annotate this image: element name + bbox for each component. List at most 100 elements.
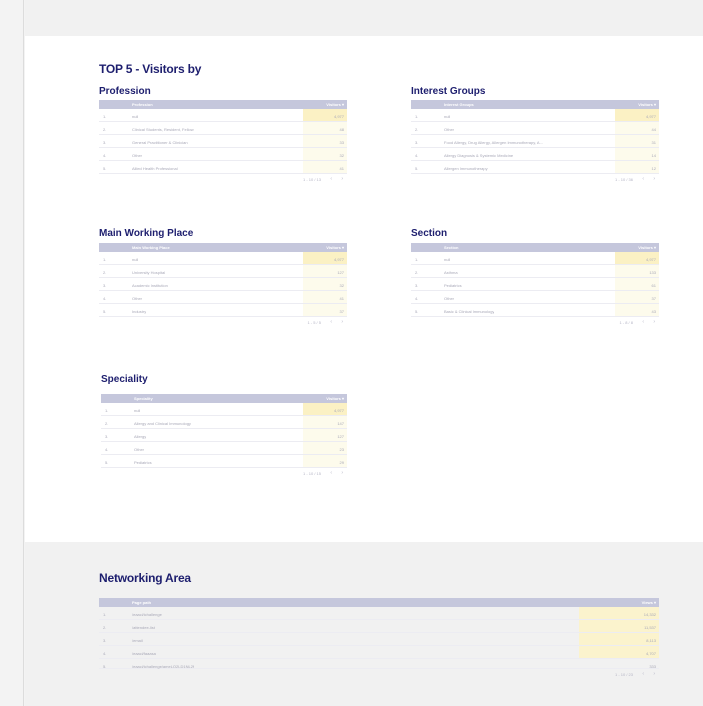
table-row: 5. Basic & Clinical Immunology 43 (411, 304, 659, 317)
pagination: 1 - 10 / 36 ‹ › (411, 174, 659, 184)
top-toolbar-strip (25, 0, 703, 36)
table-row: 4. /eaaci/faaasa 4,707 (99, 646, 659, 659)
next-page-icon[interactable]: › (341, 470, 343, 476)
row-value: 12 (651, 166, 656, 171)
row-label: Pediatrics (134, 460, 152, 465)
row-value: 61 (651, 283, 656, 288)
row-rank: 3. (103, 140, 107, 145)
row-rank: 2. (103, 270, 107, 275)
table-row: 2. Clinical Students, Resident, Fellow 48 (99, 122, 347, 135)
row-value: 4,977 (333, 257, 344, 262)
row-value: 32 (339, 283, 344, 288)
next-page-icon[interactable]: › (341, 319, 343, 325)
row-label: /attendee-list (132, 625, 155, 630)
row-rank: 1. (103, 114, 107, 119)
row-rank: 5. (103, 166, 107, 171)
row-rank: 2. (105, 421, 109, 426)
prev-page-icon[interactable]: ‹ (330, 176, 332, 182)
row-label: Other (132, 296, 143, 301)
main-working-place-table: Main Working Place Visitors ▾ 1. null 4,97… (99, 243, 347, 327)
table-row: 5. Allied Health Professional 41 (99, 161, 347, 174)
row-rank: 4. (105, 447, 109, 452)
row-label: Allergy (134, 434, 147, 439)
prev-page-icon[interactable]: ‹ (642, 671, 644, 677)
row-value: 33 (339, 140, 344, 145)
next-page-icon[interactable]: › (341, 176, 343, 182)
row-value: 4,707 (645, 651, 656, 656)
table-row: 1. null 4,977 (99, 252, 347, 265)
section-table: Section Visitors ▾ 1. null 4,977 2. Asthma 1… (411, 243, 659, 327)
row-rank: 1. (105, 408, 109, 413)
table-row: 4. Other 32 (99, 148, 347, 161)
main-working-place-heading: Main Working Place (99, 228, 194, 239)
next-page-icon[interactable]: › (653, 176, 655, 182)
table-row: 1. null 4,977 (411, 252, 659, 265)
table-row: 5./eaaci/ichallenge/ameLO2LD1NL2f 333 (99, 659, 659, 669)
next-page-icon[interactable]: › (653, 319, 655, 325)
row-label: General Practitioner & Clinician (132, 140, 188, 145)
metric-sort-header[interactable]: Visitors ▾ (326, 396, 344, 401)
table-row: 1. null 4,977 (101, 403, 347, 416)
row-label: Allied Health Professional (132, 166, 178, 171)
row-label: Asthma (444, 270, 458, 275)
dimension-header[interactable]: Page path (132, 600, 151, 605)
row-label: null (132, 257, 139, 262)
row-value: 44 (651, 127, 656, 132)
profession-table: Profession Visitors ▾ 1. null 4,977 2. Clin… (99, 100, 347, 184)
row-label: /email (132, 638, 143, 643)
metric-sort-header[interactable]: Visitors ▾ (638, 245, 656, 250)
left-rail (0, 0, 24, 706)
row-rank: 4. (103, 651, 107, 656)
row-rank: 5. (105, 460, 109, 465)
prev-page-icon[interactable]: ‹ (330, 319, 332, 325)
table-row: 5. Allergen Immunotherapy 12 (411, 161, 659, 174)
table-row: 2. Other 44 (411, 122, 659, 135)
pagination-range: 1 - 10 / 15 (302, 471, 321, 476)
row-value: 4,977 (333, 408, 344, 413)
table-row: 4. Other 37 (411, 291, 659, 304)
pagination: 1 - 10 / 23 ‹ › (99, 669, 659, 679)
row-label: Other (444, 127, 455, 132)
metric-sort-header[interactable]: Visitors ▾ (638, 102, 656, 107)
metric-sort-header[interactable]: Visitors ▾ (326, 245, 344, 250)
table-row: 2. /attendee-list 11,537 (99, 620, 659, 633)
prev-page-icon[interactable]: ‹ (330, 470, 332, 476)
dimension-header[interactable]: Section (444, 245, 458, 250)
dimension-header[interactable]: Profession (132, 102, 153, 107)
row-rank: 2. (103, 127, 107, 132)
table-row: 3. General Practitioner & Clinician 33 (99, 135, 347, 148)
interest-groups-table: Interest Groups Visitors ▾ 1. null 4,977 2… (411, 100, 659, 184)
metric-sort-header[interactable]: Visitors ▾ (326, 102, 344, 107)
row-rank: 5. (103, 309, 107, 314)
row-value: 133 (649, 270, 656, 275)
row-value: 127 (337, 434, 344, 439)
row-label: Allergy Diagnosis & Systemic Medicine (444, 153, 514, 158)
table-header: Speciality Visitors ▾ (101, 394, 347, 403)
prev-page-icon[interactable]: ‹ (642, 176, 644, 182)
metric-sort-header[interactable]: Views ▾ (642, 600, 656, 605)
row-rank: 1. (415, 257, 419, 262)
next-page-icon[interactable]: › (653, 671, 655, 677)
prev-page-icon[interactable]: ‹ (642, 319, 644, 325)
pagination: 1 - 10 / 13 ‹ › (99, 174, 347, 184)
row-label: University Hospital (132, 270, 166, 275)
row-label: Other (134, 447, 145, 452)
networking-area-heading: Networking Area (99, 571, 191, 585)
row-value: 14,332 (643, 612, 656, 617)
row-rank: 3. (103, 283, 107, 288)
row-value: 4,977 (645, 257, 656, 262)
row-label: Food Allergy, Drug Allergy, Allergen Imm… (444, 140, 543, 145)
row-label: null (132, 114, 139, 119)
table-row: 3. Academic Institution 32 (99, 278, 347, 291)
row-value: 127 (337, 270, 344, 275)
pagination-range: 1 - 10 / 23 (614, 672, 633, 677)
page-title: TOP 5 - Visitors by (99, 62, 202, 76)
table-row: 3. Pediatrics 61 (411, 278, 659, 291)
row-rank: 4. (415, 153, 419, 158)
row-label: null (134, 408, 141, 413)
row-label: Academic Institution (132, 283, 168, 288)
dimension-header[interactable]: Main Working Place (132, 245, 170, 250)
dimension-header[interactable]: Speciality (134, 396, 153, 401)
table-row: 1. /eaaci/ichallenge 14,332 (99, 607, 659, 620)
dimension-header[interactable]: Interest Groups (444, 102, 474, 107)
